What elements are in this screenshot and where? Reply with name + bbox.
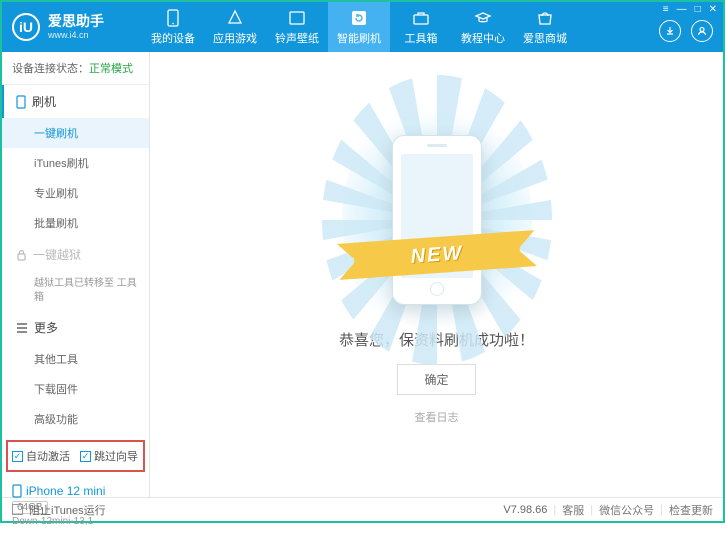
refresh-icon bbox=[350, 9, 368, 27]
nav-tab-apps[interactable]: 应用游戏 bbox=[204, 2, 266, 52]
ribbon-text: NEW bbox=[409, 241, 463, 268]
window-controls: ≡ — □ ✕ bbox=[663, 4, 717, 15]
device-name: iPhone 12 mini bbox=[12, 484, 139, 498]
menu-icon bbox=[16, 323, 28, 333]
wechat-link[interactable]: 微信公众号 bbox=[599, 502, 654, 518]
phone-small-icon bbox=[16, 95, 26, 109]
settings-button[interactable]: ≡ bbox=[663, 4, 669, 15]
success-illustration: NEW bbox=[372, 125, 502, 315]
nav-tab-flash[interactable]: 智能刷机 bbox=[328, 2, 390, 52]
nav-label: 智能刷机 bbox=[337, 30, 381, 46]
app-url: www.i4.cn bbox=[48, 30, 104, 41]
options-box: ✓自动激活 ✓跳过向导 bbox=[6, 440, 145, 472]
support-link[interactable]: 客服 bbox=[562, 502, 584, 518]
device-icon bbox=[12, 484, 22, 498]
block-itunes-label: 阻止iTunes运行 bbox=[29, 502, 106, 518]
nav-tab-store[interactable]: 爱思商城 bbox=[514, 2, 576, 52]
checkbox-auto-activate[interactable]: ✓自动激活 bbox=[12, 448, 70, 464]
sidebar-item-oneclick[interactable]: 一键刷机 bbox=[2, 118, 149, 148]
sidebar-item-batch[interactable]: 批量刷机 bbox=[2, 208, 149, 238]
app-name: 爱思助手 bbox=[48, 13, 104, 30]
checkbox-label: 跳过向导 bbox=[94, 448, 138, 464]
phone-icon bbox=[164, 9, 182, 27]
toolbox-icon bbox=[412, 9, 430, 27]
maximize-button[interactable]: □ bbox=[695, 4, 701, 15]
status-label: 设备连接状态： bbox=[12, 63, 89, 75]
status-value: 正常模式 bbox=[89, 63, 133, 75]
ok-button[interactable]: 确定 bbox=[397, 364, 475, 395]
section-more[interactable]: 更多 bbox=[2, 311, 149, 344]
logo-area: iU 爱思助手 www.i4.cn bbox=[12, 13, 142, 41]
nav-label: 我的设备 bbox=[151, 30, 195, 46]
lock-icon bbox=[16, 249, 27, 261]
sidebar: 设备连接状态：正常模式 刷机 一键刷机 iTunes刷机 专业刷机 批量刷机 一… bbox=[2, 52, 150, 497]
store-icon bbox=[536, 9, 554, 27]
checkbox-label: 自动激活 bbox=[26, 448, 70, 464]
main-panel: NEW 恭喜您，保资料刷机成功啦！ 确定 查看日志 bbox=[150, 52, 723, 497]
sidebar-item-advanced[interactable]: 高级功能 bbox=[2, 404, 149, 434]
section-jailbreak: 一键越狱 bbox=[2, 238, 149, 271]
user-icon[interactable] bbox=[691, 20, 713, 42]
nav-tab-ringtones[interactable]: 铃声壁纸 bbox=[266, 2, 328, 52]
wallpaper-icon bbox=[288, 9, 306, 27]
nav-label: 教程中心 bbox=[461, 30, 505, 46]
connection-status: 设备连接状态：正常模式 bbox=[2, 52, 149, 85]
checkbox-block-itunes[interactable] bbox=[12, 504, 23, 515]
nav-tab-tutorial[interactable]: 教程中心 bbox=[452, 2, 514, 52]
view-log-link[interactable]: 查看日志 bbox=[415, 409, 459, 425]
sidebar-item-itunes[interactable]: iTunes刷机 bbox=[2, 148, 149, 178]
section-title: 刷机 bbox=[32, 93, 56, 110]
download-icon[interactable] bbox=[659, 20, 681, 42]
section-flash[interactable]: 刷机 bbox=[2, 85, 149, 118]
header-actions bbox=[659, 20, 713, 42]
section-title: 更多 bbox=[34, 319, 58, 336]
device-name-text: iPhone 12 mini bbox=[26, 484, 105, 498]
check-update-link[interactable]: 检查更新 bbox=[669, 502, 713, 518]
graduation-icon bbox=[474, 9, 492, 27]
jailbreak-note: 越狱工具已转移至 工具箱 bbox=[2, 271, 149, 311]
sidebar-item-firmware[interactable]: 下载固件 bbox=[2, 374, 149, 404]
close-button[interactable]: ✕ bbox=[709, 4, 717, 15]
apps-icon bbox=[226, 9, 244, 27]
sidebar-item-othertools[interactable]: 其他工具 bbox=[2, 344, 149, 374]
body: 设备连接状态：正常模式 刷机 一键刷机 iTunes刷机 专业刷机 批量刷机 一… bbox=[2, 52, 723, 497]
nav-label: 应用游戏 bbox=[213, 30, 257, 46]
nav-tab-mydevice[interactable]: 我的设备 bbox=[142, 2, 204, 52]
titlebar: iU 爱思助手 www.i4.cn 我的设备 应用游戏 铃声壁纸 智能刷机 bbox=[2, 2, 723, 52]
nav-tabs: 我的设备 应用游戏 铃声壁纸 智能刷机 工具箱 教程中心 bbox=[142, 2, 713, 52]
nav-label: 爱思商城 bbox=[523, 30, 567, 46]
nav-label: 铃声壁纸 bbox=[275, 30, 319, 46]
logo-icon: iU bbox=[12, 13, 40, 41]
sidebar-item-pro[interactable]: 专业刷机 bbox=[2, 178, 149, 208]
minimize-button[interactable]: — bbox=[677, 4, 687, 15]
checkbox-skip-guide[interactable]: ✓跳过向导 bbox=[80, 448, 138, 464]
version-label: V7.98.66 bbox=[503, 504, 547, 516]
nav-tab-toolbox[interactable]: 工具箱 bbox=[390, 2, 452, 52]
nav-label: 工具箱 bbox=[405, 30, 438, 46]
app-window: iU 爱思助手 www.i4.cn 我的设备 应用游戏 铃声壁纸 智能刷机 bbox=[0, 0, 725, 523]
device-subtitle: Down-12mini-13,1 bbox=[12, 516, 139, 527]
section-title: 一键越狱 bbox=[33, 246, 81, 263]
